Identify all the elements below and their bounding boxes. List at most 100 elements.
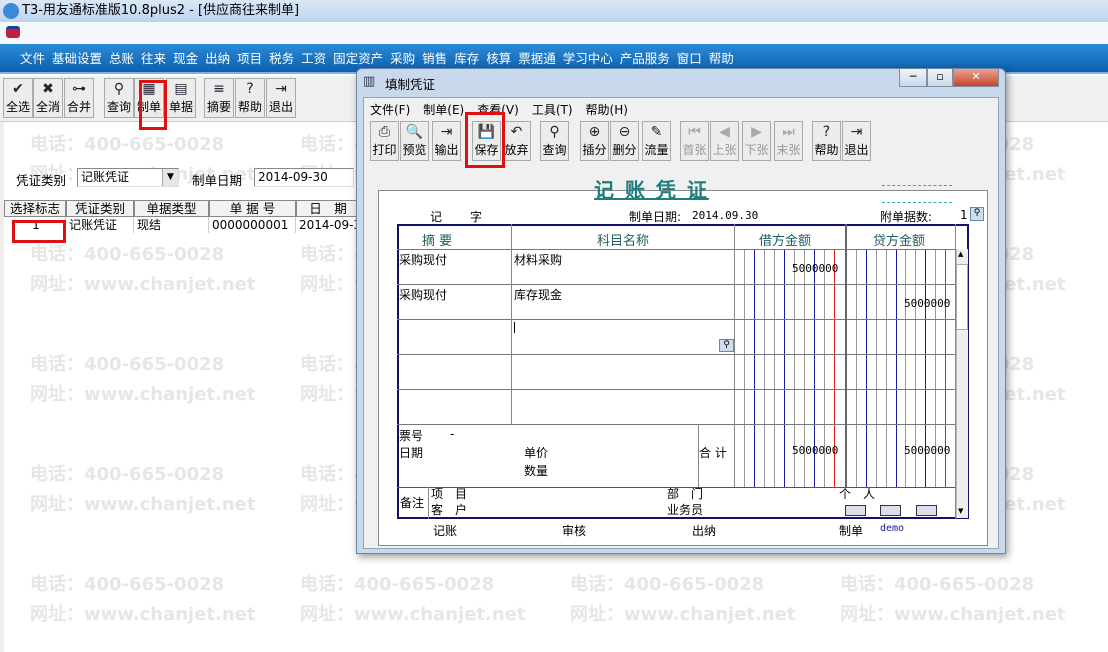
help-icon: ? bbox=[822, 124, 831, 140]
summary-cell[interactable]: 采购现付 bbox=[399, 286, 447, 303]
credit-cell[interactable]: 5000000 bbox=[904, 297, 950, 310]
menu-item[interactable]: 工资 bbox=[301, 51, 326, 66]
column-header[interactable]: 单 据 号 bbox=[209, 200, 296, 217]
preview-button[interactable]: 🔍 预览 bbox=[400, 121, 429, 161]
voucher-type-select[interactable]: 记账凭证 ▼ bbox=[77, 168, 179, 187]
table-cell[interactable]: 现结 bbox=[134, 217, 209, 233]
menu-item[interactable]: 核算 bbox=[486, 51, 511, 66]
voucher-row[interactable] bbox=[397, 319, 955, 354]
account-search-icon[interactable]: ⚲ bbox=[719, 339, 734, 352]
window-title-bar: T3-用友通标准版10.8plus2 - [供应商往来制单] bbox=[0, 0, 1108, 22]
voucher-row[interactable] bbox=[397, 354, 955, 389]
chevron-down-icon[interactable]: ▼ bbox=[162, 169, 178, 186]
toolbar-label: 流量 bbox=[644, 143, 669, 157]
prev-button[interactable]: ◀ 上张 bbox=[710, 121, 739, 161]
dialog-menu-item[interactable]: 制单(E) bbox=[423, 103, 464, 117]
minimize-button[interactable]: ─ bbox=[899, 69, 927, 87]
menu-item[interactable]: 学习中心 bbox=[563, 51, 613, 66]
total-credit: 5000000 bbox=[904, 444, 951, 457]
column-header[interactable]: 选择标志 bbox=[4, 200, 66, 217]
toolbar-button-1[interactable]: ✖ 全消 bbox=[33, 78, 63, 118]
grid-line bbox=[428, 487, 429, 519]
dialog-menu-item[interactable]: 帮助(H) bbox=[586, 103, 628, 117]
summary-cell[interactable]: 采购现付 bbox=[399, 251, 447, 268]
attach-count[interactable]: 1 bbox=[960, 208, 968, 222]
debit-cell[interactable]: 5000000 bbox=[792, 262, 838, 275]
menu-item[interactable]: 文件 bbox=[20, 51, 45, 66]
toolbar-button-0[interactable]: ✔ 全选 bbox=[3, 78, 33, 118]
salesman-label: 业务员 bbox=[667, 503, 704, 517]
menu-item[interactable]: 窗口 bbox=[677, 51, 702, 66]
watermark-phone: 电话：400-665-0028 bbox=[570, 574, 765, 595]
date2-label: 日期 bbox=[399, 446, 424, 460]
print-button[interactable]: ⎙ 打印 bbox=[370, 121, 399, 161]
dialog-body: 文件(F) 制单(E) 查看(V) 工具(T) 帮助(H) ⎙ 打印 🔍 预览 ⇥ 输出 💾 保存 ↶ 放… bbox=[363, 97, 999, 549]
attach-search-icon[interactable]: ⚲ bbox=[970, 207, 984, 221]
table-cell[interactable]: 0000000001 bbox=[209, 217, 296, 233]
menu-item[interactable]: 往来 bbox=[141, 51, 166, 66]
mdi-bar bbox=[0, 22, 1108, 44]
scrollbar-thumb[interactable] bbox=[956, 264, 968, 330]
toolbar-button-5[interactable]: ▤ 单据 bbox=[166, 78, 196, 118]
account-cell[interactable]: 材料采购 bbox=[514, 251, 562, 268]
discard-button[interactable]: ↶ 放弃 bbox=[502, 121, 531, 161]
toolbar-button-6[interactable]: ≡ 摘要 bbox=[204, 78, 234, 118]
toolbar-button-3[interactable]: ⚲ 查询 bbox=[104, 78, 134, 118]
account-cell[interactable]: 库存现金 bbox=[514, 286, 562, 303]
column-header[interactable]: 日 期 bbox=[296, 200, 360, 217]
last-button[interactable]: ⏭ 末张 bbox=[774, 121, 803, 161]
column-header: 摘 要 bbox=[422, 234, 453, 249]
menu-item[interactable]: 固定资产 bbox=[333, 51, 383, 66]
child-window-icon[interactable] bbox=[6, 26, 20, 38]
next-button[interactable]: ▶ 下张 bbox=[742, 121, 771, 161]
close-button[interactable]: ✕ bbox=[953, 69, 999, 87]
column-header: 借方金额 bbox=[759, 234, 812, 249]
customer-label: 客 户 bbox=[431, 503, 468, 517]
date-input[interactable]: 2014-09-30 bbox=[254, 168, 354, 187]
menu-item[interactable]: 库存 bbox=[454, 51, 479, 66]
voucher-dialog: ▥ 填制凭证 ─ ▫ ✕ 文件(F) 制单(E) 查看(V) 工具(T) 帮助(H) ⎙… bbox=[356, 68, 1006, 554]
watermark-web: 网址：www.chanjet.net bbox=[570, 604, 796, 625]
table-cell[interactable]: 2014-09-3 bbox=[296, 217, 360, 233]
binoculars-button[interactable]: ⚲ 查询 bbox=[540, 121, 569, 161]
menu-item[interactable]: 出纳 bbox=[205, 51, 230, 66]
menu-item[interactable]: 帮助 bbox=[709, 51, 734, 66]
toolbar-label: 查询 bbox=[542, 143, 567, 157]
help-button[interactable]: ? 帮助 bbox=[812, 121, 841, 161]
column-header: 贷方金额 bbox=[873, 234, 926, 249]
menu-item[interactable]: 产品服务 bbox=[620, 51, 670, 66]
cash-flow-button[interactable]: ✎ 流量 bbox=[642, 121, 671, 161]
project-label: 项 目 bbox=[431, 487, 468, 501]
dialog-menu-item[interactable]: 工具(T) bbox=[532, 103, 573, 117]
note-icon[interactable] bbox=[845, 505, 866, 516]
select-all-icon: ✔ bbox=[12, 81, 24, 97]
highlight-box-row bbox=[12, 220, 66, 243]
menu-item[interactable]: 项目 bbox=[237, 51, 262, 66]
menu-item[interactable]: 票据通 bbox=[518, 51, 556, 66]
eraser-icon[interactable] bbox=[916, 505, 937, 516]
attach-label: 附单据数: bbox=[880, 210, 933, 224]
insert-row-button[interactable]: ⊕ 插分 bbox=[580, 121, 609, 161]
voucher-row[interactable] bbox=[397, 249, 955, 284]
delete-row-button[interactable]: ⊖ 删分 bbox=[610, 121, 639, 161]
export-button[interactable]: ⇥ 输出 bbox=[432, 121, 461, 161]
dialog-menu-item[interactable]: 文件(F) bbox=[370, 103, 410, 117]
exit-button[interactable]: ⇥ 退出 bbox=[842, 121, 871, 161]
toolbar-button-7[interactable]: ? 帮助 bbox=[235, 78, 265, 118]
voucher-row[interactable] bbox=[397, 284, 955, 319]
menu-item[interactable]: 总账 bbox=[109, 51, 134, 66]
menu-item[interactable]: 基础设置 bbox=[52, 51, 102, 66]
menu-item[interactable]: 现金 bbox=[173, 51, 198, 66]
maximize-button[interactable]: ▫ bbox=[927, 69, 953, 87]
menu-item[interactable]: 采购 bbox=[390, 51, 415, 66]
toolbar-button-2[interactable]: ⊶ 合并 bbox=[64, 78, 94, 118]
table-cell[interactable]: 记账凭证 bbox=[66, 217, 134, 233]
column-header[interactable]: 凭证类别 bbox=[66, 200, 134, 217]
column-header[interactable]: 单据类型 bbox=[134, 200, 209, 217]
first-button[interactable]: ⏮ 首张 bbox=[680, 121, 709, 161]
menu-item[interactable]: 税务 bbox=[269, 51, 294, 66]
card-icon[interactable] bbox=[880, 505, 901, 516]
toolbar-button-8[interactable]: ⇥ 退出 bbox=[266, 78, 296, 118]
voucher-row[interactable] bbox=[397, 389, 955, 424]
menu-item[interactable]: 销售 bbox=[422, 51, 447, 66]
